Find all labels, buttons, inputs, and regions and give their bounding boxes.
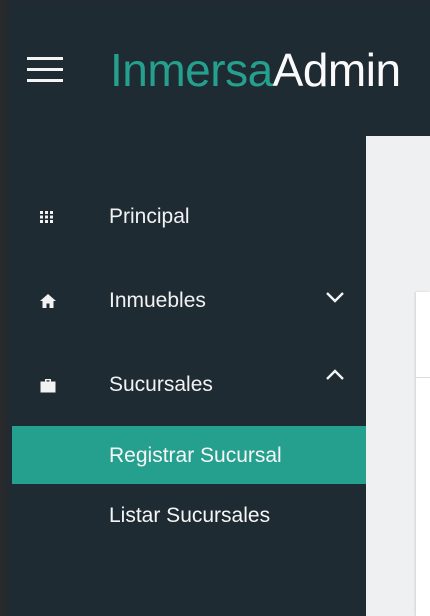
chevron-up-icon[interactable]: [324, 368, 346, 382]
sidebar-item-label: Inmuebles: [109, 289, 206, 312]
window-edge: [0, 0, 12, 616]
sidebar-subitem-label: Listar Sucursales: [109, 504, 271, 527]
content-card: [416, 292, 430, 616]
briefcase-icon: [40, 379, 56, 393]
sidebar-subitem-label: Registrar Sucursal: [109, 444, 282, 467]
sidebar-item-inmuebles[interactable]: Inmuebles: [12, 270, 366, 330]
logo-brand-text: Inmersa: [110, 44, 273, 96]
sidebar: Principal Inmuebles Sucursales Registrar…: [12, 136, 366, 616]
sidebar-item-sucursales[interactable]: Sucursales: [12, 354, 366, 414]
sidebar-item-label: Principal: [109, 205, 190, 228]
chevron-down-icon[interactable]: [324, 290, 346, 304]
sidebar-subitem-listar-sucursales[interactable]: Listar Sucursales: [12, 486, 366, 544]
grid-icon: [40, 211, 53, 223]
home-icon: [40, 294, 56, 308]
sidebar-subitem-registrar-sucursal[interactable]: Registrar Sucursal: [12, 426, 366, 484]
app-logo[interactable]: InmersaAdmin: [110, 38, 401, 102]
card-divider: [416, 377, 430, 378]
hamburger-menu-icon[interactable]: [27, 57, 63, 83]
logo-admin-text: Admin: [272, 44, 401, 96]
sidebar-item-label: Sucursales: [109, 373, 213, 396]
sidebar-item-principal[interactable]: Principal: [12, 186, 366, 246]
